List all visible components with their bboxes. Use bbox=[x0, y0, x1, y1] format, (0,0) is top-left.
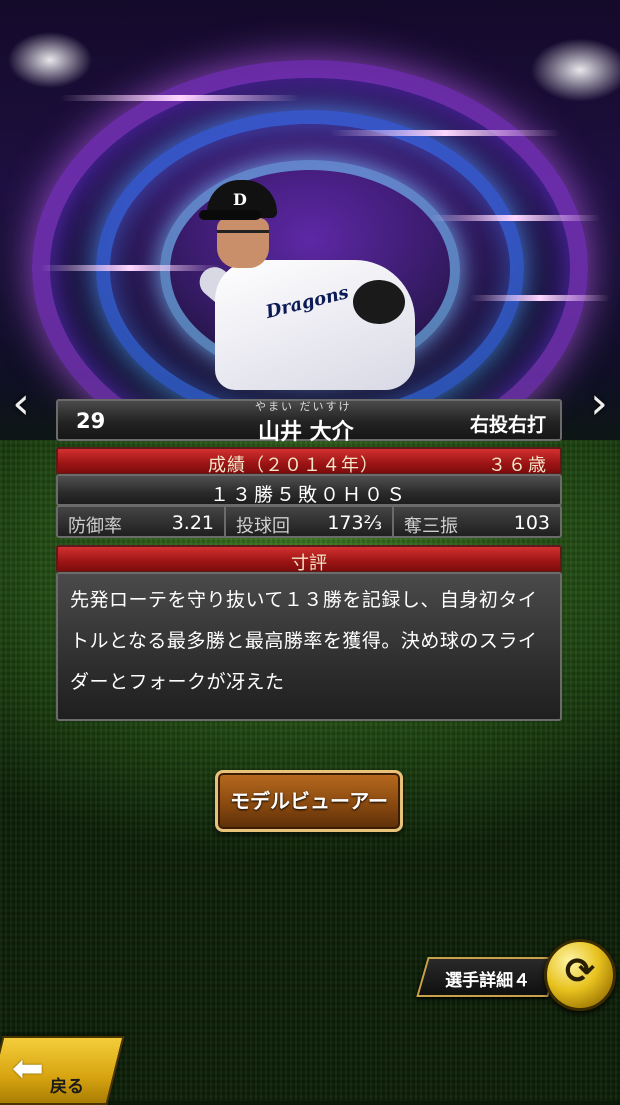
evaluation-box: 先発ローテを守り抜いて１３勝を記録し、自身初タイトルとなる最多勝と最高勝率を獲得… bbox=[56, 572, 562, 721]
stat-label: 投球回 bbox=[236, 516, 290, 537]
uniform-number: 29 bbox=[76, 409, 106, 433]
stat-value: 173⅔ bbox=[327, 512, 382, 534]
stat-label: 奪三振 bbox=[404, 516, 458, 537]
stat-strikeouts: 奪三振 103 bbox=[394, 507, 560, 537]
stats-row: 防御率 3.21 投球回 173⅔ 奪三振 103 bbox=[56, 505, 562, 538]
light-flare bbox=[60, 95, 300, 101]
stat-value: 3.21 bbox=[171, 512, 214, 534]
glove bbox=[353, 280, 405, 324]
evaluation-header: 寸評 bbox=[56, 545, 562, 574]
back-label: 戻る bbox=[50, 1077, 84, 1097]
name-reading: やまい だいすけ bbox=[255, 400, 352, 413]
light-flare bbox=[470, 295, 610, 301]
stat-value: 103 bbox=[513, 512, 550, 534]
stat-era: 防御率 3.21 bbox=[58, 507, 226, 537]
record-summary-row: １３勝５敗０Ｈ０Ｓ bbox=[56, 474, 562, 506]
prev-player-icon[interactable]: ‹ bbox=[6, 382, 36, 426]
record-header: 成績（２０１４年） ３６歳 bbox=[56, 447, 562, 476]
light-flare bbox=[40, 265, 220, 271]
player-detail-label: 選手詳細４ bbox=[445, 971, 531, 991]
switch-icon[interactable]: ⟳ bbox=[544, 939, 616, 1011]
player-name: 山井 大介 bbox=[258, 420, 354, 445]
player-detail-button[interactable]: 選手詳細４ bbox=[416, 957, 560, 997]
light-flare bbox=[330, 130, 560, 136]
throw-bat-hand: 右投右打 bbox=[469, 414, 546, 436]
stat-label: 防御率 bbox=[68, 516, 122, 537]
model-viewer-button[interactable]: モデルビューアー bbox=[215, 770, 403, 832]
back-arrow-icon: ⬅ bbox=[12, 1046, 44, 1090]
player-image: Dragons D bbox=[193, 180, 445, 400]
next-player-icon[interactable]: › bbox=[584, 382, 614, 426]
player-name-bar: 29 やまい だいすけ 山井 大介 右投右打 bbox=[56, 399, 562, 445]
light-flare bbox=[430, 215, 600, 221]
record-summary: １３勝５敗０Ｈ０Ｓ bbox=[209, 484, 408, 506]
cap-logo: D bbox=[233, 190, 247, 209]
evaluation-text: 先発ローテを守り抜いて１３勝を記録し、自身初タイトルとなる最多勝と最高勝率を獲得… bbox=[70, 589, 538, 693]
stat-innings: 投球回 173⅔ bbox=[226, 507, 394, 537]
